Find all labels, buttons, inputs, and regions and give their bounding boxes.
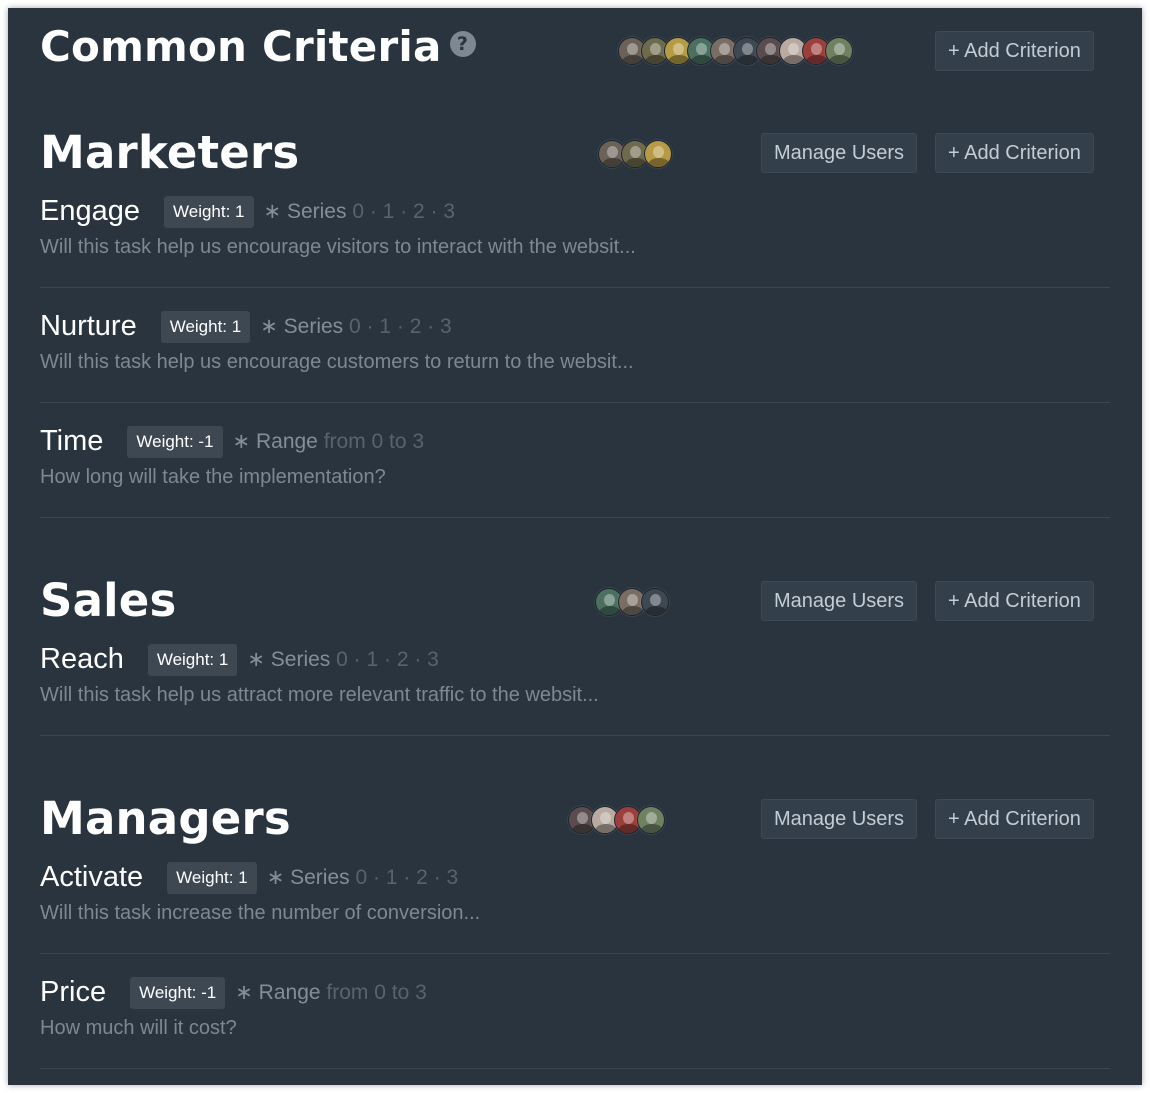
criterion-description: Will this task help us encourage visitor… <box>40 236 636 258</box>
marketers-avatars <box>598 140 672 168</box>
criterion-name: Price <box>40 976 107 1008</box>
criterion-activate[interactable]: Activate Weight: 1 ∗ Series 0 · 1 · 2 · … <box>40 860 1110 954</box>
user-avatar[interactable] <box>825 37 853 65</box>
scale-values: 0 · 1 · 2 · 3 <box>355 866 459 889</box>
weight-badge[interactable]: Weight: 1 <box>164 195 254 228</box>
weight-badge[interactable]: Weight: 1 <box>160 310 251 343</box>
scale-values: 0 · 1 · 2 · 3 <box>349 315 452 338</box>
criterion-price[interactable]: Price Weight: -1 ∗ Range from 0 to 3 How… <box>40 975 1110 1069</box>
common-criteria-title-text: Common Criteria <box>40 22 442 71</box>
weight-badge[interactable]: Weight: 1 <box>167 861 257 894</box>
user-avatar[interactable] <box>637 806 665 834</box>
common-add-criterion-button[interactable]: + Add Criterion <box>935 31 1094 71</box>
weight-badge[interactable]: Weight: -1 <box>127 425 223 458</box>
scale-values: from 0 to 3 <box>323 430 425 453</box>
group-title-managers: Managers <box>40 792 291 845</box>
scale-kind: ∗ Range <box>235 981 321 1004</box>
sales-add-criterion-button[interactable]: + Add Criterion <box>935 581 1094 621</box>
criterion-scale: ∗ Range from 0 to 3 <box>235 980 427 1005</box>
scale-values: 0 · 1 · 2 · 3 <box>352 200 456 223</box>
criterion-description: Will this task help us encourage custome… <box>40 351 634 373</box>
criteria-panel: Common Criteria? + Add Criterion Markete… <box>8 8 1142 1085</box>
sales-manage-users-button[interactable]: Manage Users <box>761 581 918 621</box>
criterion-nurture[interactable]: Nurture Weight: 1 ∗ Series 0 · 1 · 2 · 3… <box>40 309 1110 403</box>
criterion-name: Time <box>40 425 104 457</box>
criterion-engage[interactable]: Engage Weight: 1 ∗ Series 0 · 1 · 2 · 3 … <box>40 194 1110 288</box>
scale-values: 0 · 1 · 2 · 3 <box>336 648 439 671</box>
scale-kind: ∗ Range <box>232 430 318 453</box>
criterion-name: Reach <box>40 643 124 675</box>
group-title-marketers: Marketers <box>40 126 300 179</box>
group-title-sales: Sales <box>40 574 177 627</box>
common-avatars <box>618 37 853 65</box>
scale-kind: ∗ Series <box>263 200 347 223</box>
managers-avatars <box>568 806 665 834</box>
criterion-name: Nurture <box>40 310 137 342</box>
criterion-reach[interactable]: Reach Weight: 1 ∗ Series 0 · 1 · 2 · 3 W… <box>40 642 1110 736</box>
help-icon[interactable]: ? <box>449 30 476 57</box>
common-criteria-title: Common Criteria? <box>40 22 476 71</box>
weight-badge[interactable]: Weight: -1 <box>130 976 226 1009</box>
scale-values: from 0 to 3 <box>326 981 427 1004</box>
criterion-time[interactable]: Time Weight: -1 ∗ Range from 0 to 3 How … <box>40 424 1110 518</box>
user-avatar[interactable] <box>641 588 669 616</box>
criterion-description: Will this task help us attract more rele… <box>40 684 599 706</box>
criterion-description: How long will take the implementation? <box>40 466 386 488</box>
weight-badge[interactable]: Weight: 1 <box>147 643 238 676</box>
criterion-scale: ∗ Series 0 · 1 · 2 · 3 <box>267 865 459 890</box>
sales-avatars <box>595 588 669 616</box>
criterion-description: How much will it cost? <box>40 1017 237 1039</box>
scale-kind: ∗ Series <box>247 648 331 671</box>
marketers-add-criterion-button[interactable]: + Add Criterion <box>935 133 1094 173</box>
managers-manage-users-button[interactable]: Manage Users <box>761 799 918 839</box>
criterion-scale: ∗ Range from 0 to 3 <box>233 429 425 454</box>
criterion-name: Activate <box>40 861 144 893</box>
criterion-scale: ∗ Series 0 · 1 · 2 · 3 <box>260 314 452 339</box>
managers-add-criterion-button[interactable]: + Add Criterion <box>935 799 1094 839</box>
criterion-scale: ∗ Series 0 · 1 · 2 · 3 <box>247 647 439 672</box>
criterion-name: Engage <box>40 195 140 227</box>
scale-kind: ∗ Series <box>266 866 350 889</box>
scale-kind: ∗ Series <box>260 315 344 338</box>
marketers-manage-users-button[interactable]: Manage Users <box>761 133 918 173</box>
criterion-description: Will this task increase the number of co… <box>40 902 481 924</box>
user-avatar[interactable] <box>644 140 672 168</box>
criterion-scale: ∗ Series 0 · 1 · 2 · 3 <box>264 199 456 224</box>
